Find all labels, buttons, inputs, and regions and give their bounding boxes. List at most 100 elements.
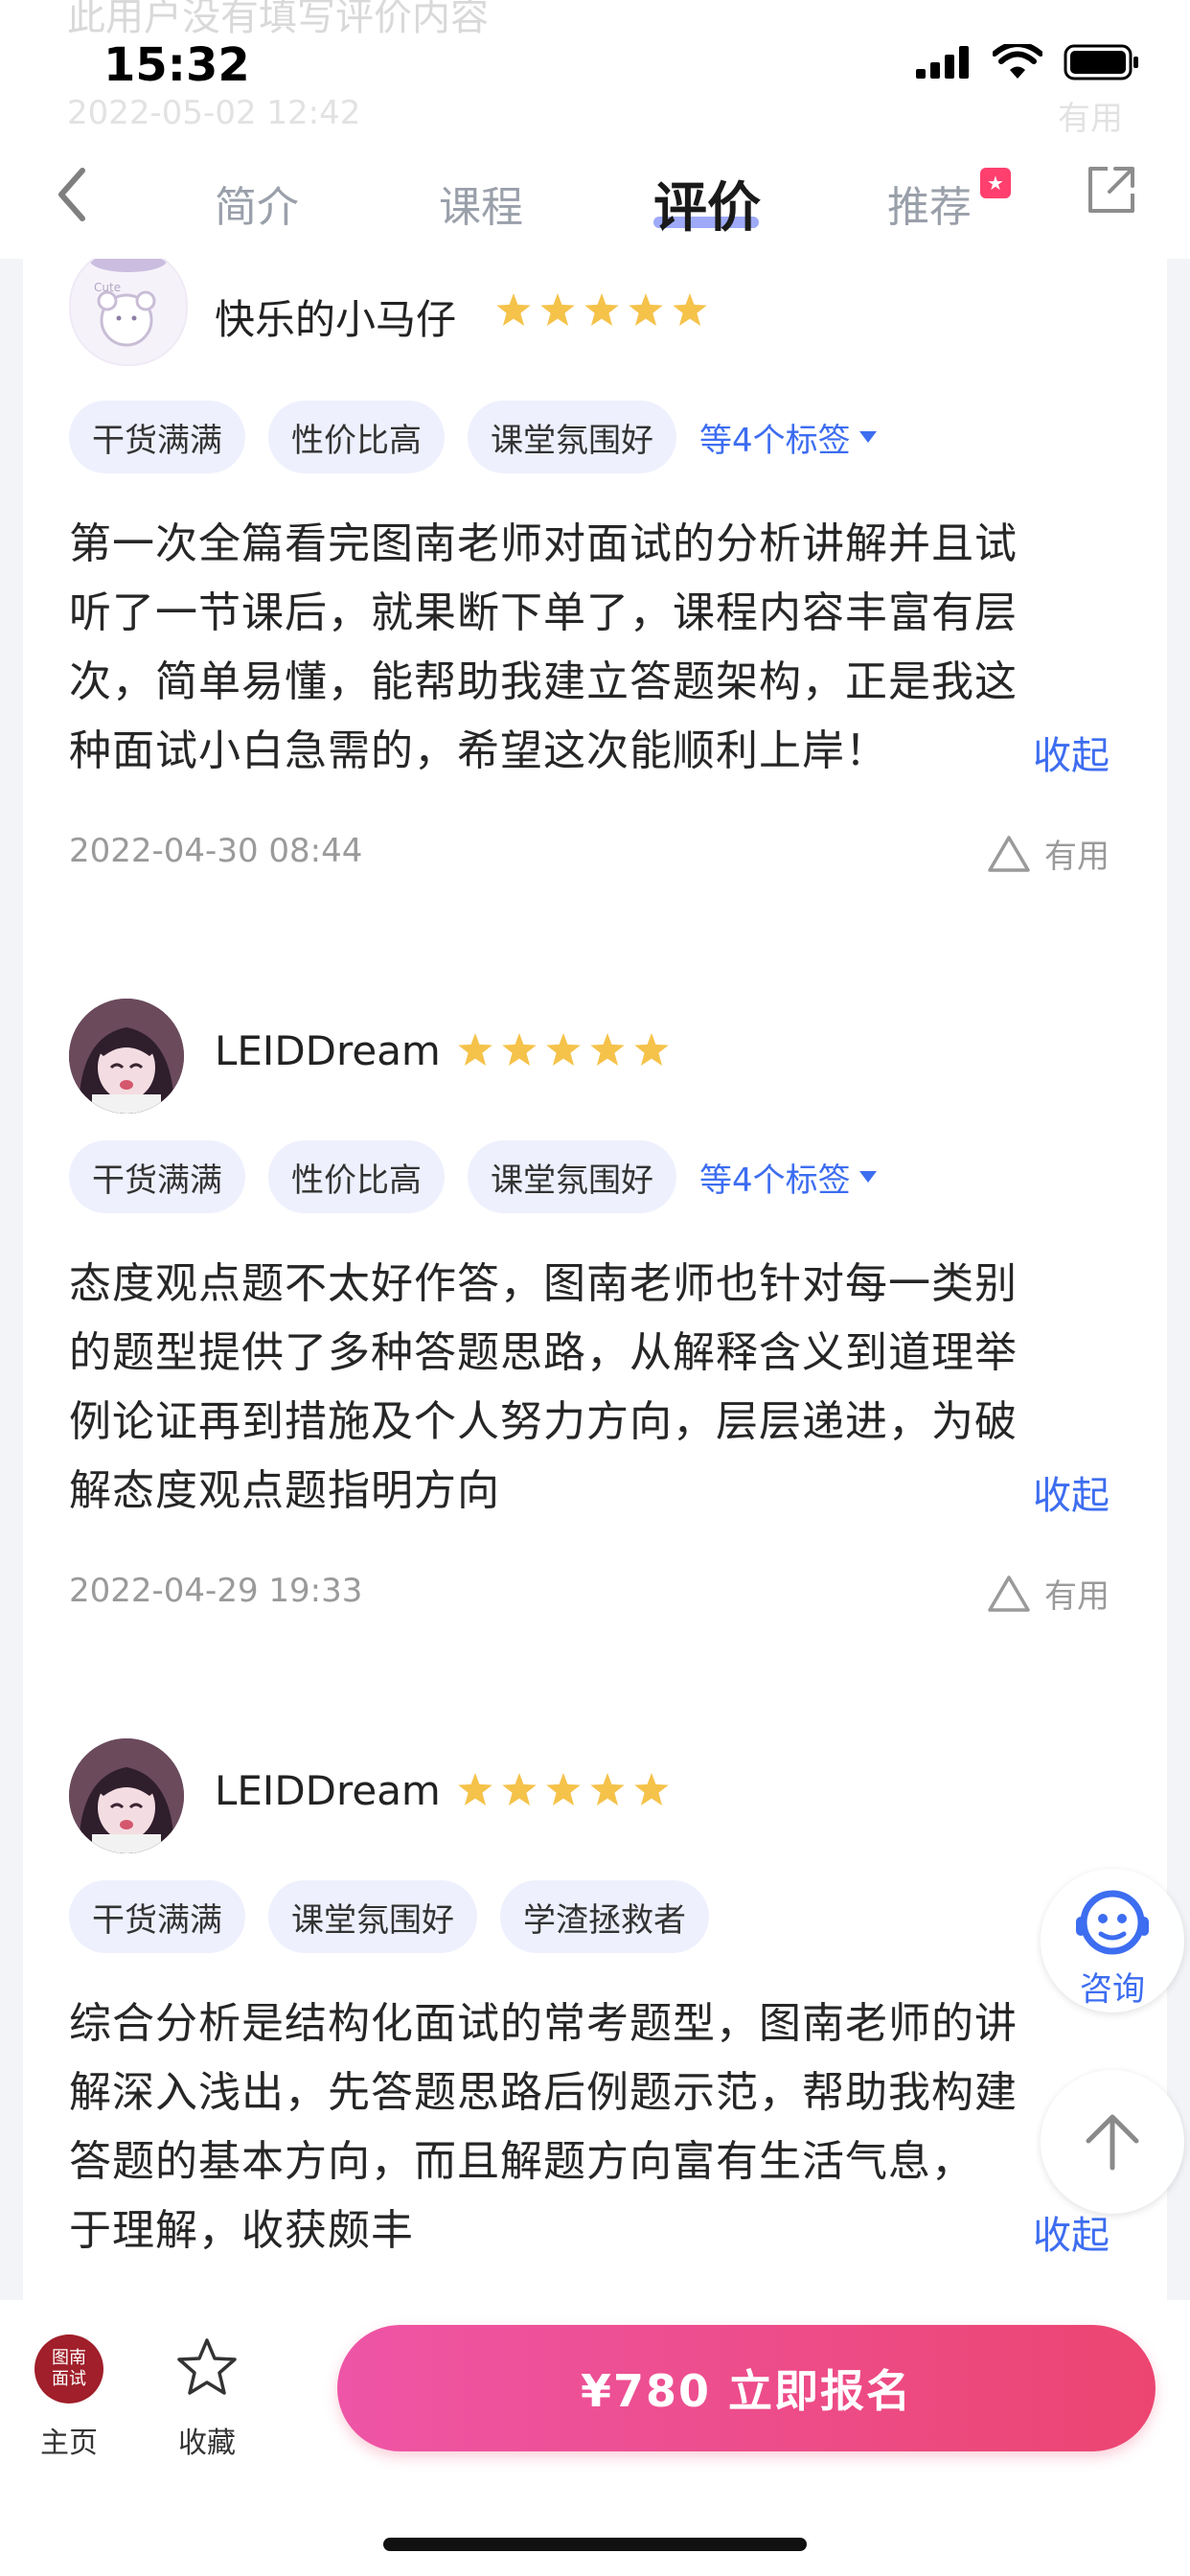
review-text-line: 于理解，收获颇丰	[69, 2206, 414, 2255]
anime-girl-avatar-icon	[69, 1738, 184, 1853]
share-icon[interactable]	[1083, 161, 1140, 218]
review-text: 第一次全篇看完图南老师对面试的分析讲解并且试 听了一节课后，就果断下单了，课程内…	[69, 510, 1142, 786]
useful-label: 有用	[1044, 1577, 1110, 1616]
useful-button[interactable]: 有用	[987, 830, 1110, 877]
home-logo-icon[interactable]: 图南面试	[34, 2334, 103, 2404]
review-tag: 干货满满	[69, 1140, 245, 1213]
favorite-star-icon[interactable]	[176, 2336, 238, 2398]
review-text-line: 次，简单易懂，能帮助我建立答题架构，正是我这	[69, 657, 1018, 706]
top-header: 此用户没有填写评价内容 2022-05-02 12:42 有用 15:32 简介…	[0, 0, 1190, 259]
star-icon	[634, 1033, 669, 1066]
star-icon	[546, 1033, 581, 1066]
recommend-badge-icon: ★	[980, 168, 1011, 198]
avatar[interactable]	[69, 1738, 184, 1853]
reviewer-name: LEIDDream	[215, 1767, 441, 1814]
svg-text:Cute: Cute	[94, 281, 121, 294]
review-date: 2022-04-30 08:44	[69, 832, 363, 870]
caret-down-icon	[858, 1171, 877, 1183]
star-icon	[496, 293, 531, 326]
enroll-button[interactable]: ¥780 立即报名	[337, 2325, 1156, 2451]
review-text-line: 态度观点题不太好作答，图南老师也针对每一类别	[69, 1259, 1018, 1308]
ghost-review-date: 2022-05-02 12:42	[67, 94, 361, 132]
tab-intro[interactable]: 简介	[215, 172, 299, 234]
star-icon	[584, 293, 619, 326]
star-icon	[502, 1033, 537, 1066]
review-tag: 性价比高	[268, 1140, 445, 1213]
scroll-top-button[interactable]	[1041, 2070, 1184, 2214]
review-text-line: 听了一节课后，就果断下单了，课程内容丰富有层	[69, 588, 1018, 637]
rating-stars	[458, 1033, 669, 1066]
avatar[interactable]	[69, 999, 184, 1114]
review-text-line: 的题型提供了多种答题思路，从解释含义到道理举	[69, 1328, 1018, 1377]
review-text-line: 答题的基本方向，而且解题方向富有生活气息，	[69, 2137, 974, 2186]
review-text-line: 解深入浅出，先答题思路后例题示范，帮助我构建	[69, 2068, 1018, 2117]
favorite-label[interactable]: 收藏	[178, 2419, 236, 2461]
review-text-line: 第一次全篇看完图南老师对面试的分析讲解并且试	[69, 519, 1018, 568]
review-tag: 性价比高	[268, 401, 445, 473]
home-indicator	[383, 2538, 807, 2551]
collapse-link[interactable]: 收起	[1033, 2204, 1110, 2260]
thumb-triangle-icon	[988, 1575, 1030, 1612]
more-tags-link[interactable]: 等4个标签	[699, 414, 878, 461]
more-tags-label: 等4个标签	[699, 1161, 851, 1200]
customer-service-icon	[1076, 1890, 1149, 1955]
review-tags: 干货满满 性价比高 课堂氛围好 等4个标签	[69, 401, 878, 473]
tab-recommend[interactable]: 推荐	[887, 172, 972, 234]
review-text-line: 种面试小白急需的，希望这次能顺利上岸！	[69, 726, 888, 775]
consult-label: 咨询	[1080, 1970, 1145, 2009]
star-icon	[546, 1773, 581, 1806]
review-text-line: 解态度观点题指明方向	[69, 1466, 500, 1515]
review-date: 2022-04-29 19:33	[69, 1572, 363, 1610]
star-icon	[590, 1033, 625, 1066]
ghost-review-text: 此用户没有填写评价内容	[67, 0, 489, 39]
tab-reviews[interactable]: 评价	[653, 165, 761, 242]
status-time: 15:32	[103, 38, 250, 92]
useful-label: 有用	[1044, 838, 1110, 876]
signal-icon	[916, 46, 969, 79]
tab-course[interactable]: 课程	[439, 172, 523, 234]
star-icon	[540, 293, 575, 326]
wifi-icon	[993, 44, 1042, 79]
useful-button[interactable]: 有用	[987, 1570, 1110, 1617]
review-tag: 学渣拯救者	[500, 1880, 709, 1953]
star-icon	[634, 1773, 669, 1806]
review-tags: 干货满满 课堂氛围好 学渣拯救者	[69, 1880, 709, 1953]
consult-button[interactable]: 咨询	[1041, 1869, 1184, 2012]
thumb-triangle-icon	[988, 835, 1030, 872]
review-tag: 干货满满	[69, 1880, 245, 1953]
review-text-line: 综合分析是结构化面试的常考题型，图南老师的讲	[69, 1999, 1018, 2048]
cute-bear-avatar-icon: Cute	[90, 249, 167, 347]
back-arrow-icon[interactable]	[48, 161, 96, 228]
star-icon	[502, 1773, 537, 1806]
reviewer-name: LEIDDream	[215, 1027, 441, 1074]
review-tags: 干货满满 性价比高 课堂氛围好 等4个标签	[69, 1140, 878, 1213]
rating-stars	[496, 293, 707, 326]
reviews-card: Cute 快乐的小马仔 干货满满 性价比高 课堂氛围好 等4个标签 第一次全篇看…	[23, 247, 1167, 2300]
bottom-bar: 图南面试 主页 收藏 ¥780 立即报名	[0, 2300, 1190, 2576]
battery-icon	[1064, 44, 1138, 80]
avatar[interactable]: Cute	[69, 247, 188, 366]
review-tag: 课堂氛围好	[268, 1880, 477, 1953]
tab-bar: 简介 课程 评价 推荐 ★	[0, 144, 1190, 259]
logo-text: 图南面试	[52, 2348, 86, 2389]
status-icons	[916, 44, 1140, 80]
review-tag: 课堂氛围好	[468, 1140, 676, 1213]
ghost-review-useful: 有用	[1058, 100, 1123, 138]
arrow-up-icon	[1086, 2114, 1139, 2171]
review-tag: 干货满满	[69, 401, 245, 473]
reviewer-name: 快乐的小马仔	[215, 296, 457, 343]
collapse-link[interactable]: 收起	[1033, 1464, 1110, 1520]
more-tags-link[interactable]: 等4个标签	[699, 1154, 878, 1201]
star-icon	[458, 1773, 492, 1806]
review-text: 态度观点题不太好作答，图南老师也针对每一类别 的题型提供了多种答题思路，从解释含…	[69, 1250, 1142, 1526]
rating-stars	[458, 1773, 669, 1806]
review-text: 综合分析是结构化面试的常考题型，图南老师的讲 解深入浅出，先答题思路后例题示范，…	[69, 1990, 1142, 2266]
collapse-link[interactable]: 收起	[1033, 724, 1110, 780]
star-icon	[629, 293, 663, 326]
caret-down-icon	[858, 431, 877, 443]
star-icon	[590, 1773, 625, 1806]
review-text-line: 例论证再到措施及个人努力方向，层层递进，为破	[69, 1397, 1018, 1446]
home-label[interactable]: 主页	[40, 2419, 98, 2461]
review-tag: 课堂氛围好	[468, 401, 676, 473]
star-icon	[458, 1033, 492, 1066]
